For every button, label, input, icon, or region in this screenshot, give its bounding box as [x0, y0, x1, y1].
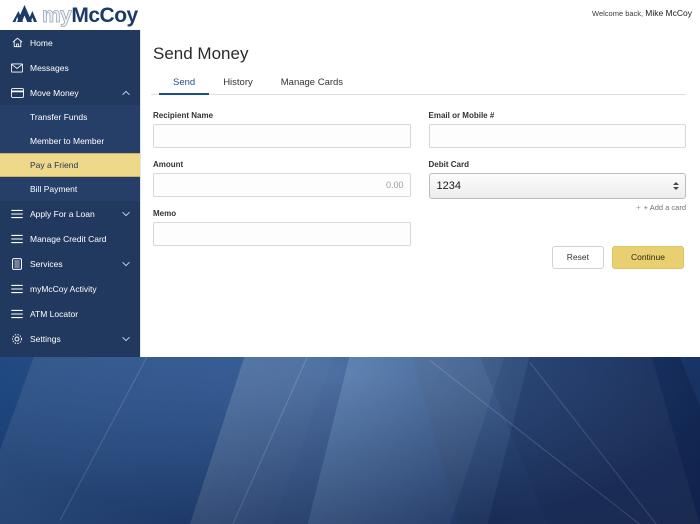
- chevron-up-icon: [122, 90, 130, 95]
- sidebar-item-label: Member to Member: [30, 136, 105, 146]
- sidebar-item-label: Apply For a Loan: [30, 208, 95, 219]
- sidebar-item-member-to-member[interactable]: Member to Member: [0, 129, 140, 153]
- send-money-form: Recipient Name Amount Memo: [151, 111, 686, 269]
- sidebar-item-services[interactable]: Services: [0, 251, 140, 276]
- menu-icon: [8, 284, 26, 294]
- sidebar-item-label: Home: [30, 37, 53, 48]
- sidebar-item-label: Settings: [30, 333, 61, 344]
- tab-history[interactable]: History: [209, 74, 267, 94]
- tab-bar: Send History Manage Cards: [151, 74, 686, 95]
- sidebar-item-home[interactable]: Home: [0, 30, 140, 55]
- field-recipient-name: Recipient Name: [153, 111, 411, 148]
- card-icon: [8, 87, 26, 98]
- sidebar-item-manage-credit-card[interactable]: Manage Credit Card: [0, 226, 140, 251]
- sidebar-item-messages[interactable]: Messages: [0, 55, 140, 80]
- memo-label: Memo: [153, 209, 177, 218]
- sidebar-item-bill-payment[interactable]: Bill Payment: [0, 177, 140, 201]
- tab-send[interactable]: Send: [159, 74, 210, 95]
- brand-text-my: my: [42, 3, 73, 27]
- form-actions: Reset Continue: [429, 246, 687, 269]
- recipient-name-label: Recipient Name: [153, 111, 214, 120]
- add-a-card-link[interactable]: + + Add a card: [429, 203, 686, 212]
- field-amount: Amount: [153, 160, 411, 197]
- menu-icon: [8, 209, 26, 219]
- email-or-mobile-input[interactable]: [428, 124, 686, 148]
- recipient-name-input[interactable]: [153, 124, 411, 148]
- app-window: myMcCoy Welcome back, Mike McCoy Home Me…: [0, 0, 700, 357]
- memo-input[interactable]: [153, 222, 411, 246]
- field-email-or-mobile: Email or Mobile #: [428, 111, 686, 148]
- sidebar-item-label: Pay a Friend: [30, 160, 79, 170]
- mountain-icon: [12, 5, 37, 22]
- app-header: myMcCoy Welcome back, Mike McCoy: [0, 0, 700, 30]
- debit-card-label: Debit Card: [428, 160, 469, 169]
- sidebar-item-pay-a-friend[interactable]: Pay a Friend: [0, 153, 140, 177]
- sidebar-item-label: Bill Payment: [30, 184, 78, 194]
- main-content: Send Money Send History Manage Cards Rec…: [140, 30, 700, 357]
- app-body: Home Messages Move Money Transfer Funds …: [0, 30, 700, 357]
- sidebar-item-atm-locator[interactable]: ATM Locator: [0, 301, 140, 326]
- chevron-down-icon: [122, 211, 130, 216]
- continue-button[interactable]: Continue: [611, 246, 684, 269]
- sidebar-item-mymccoy-activity[interactable]: myMcCoy Activity: [0, 276, 140, 301]
- plus-icon: +: [636, 203, 641, 212]
- gear-icon: [8, 333, 26, 345]
- sidebar-item-label: ATM Locator: [30, 308, 79, 319]
- sidebar-item-label: Messages: [30, 62, 69, 73]
- wallpaper-vignette: [0, 356, 700, 524]
- chevron-down-icon: [122, 336, 130, 341]
- sidebar-nav: Home Messages Move Money Transfer Funds …: [0, 30, 140, 357]
- debit-card-select-wrap: 1234: [428, 173, 686, 199]
- welcome-message: Welcome back, Mike McCoy: [592, 8, 692, 18]
- debit-card-select[interactable]: 1234: [428, 173, 686, 199]
- sidebar-item-label: Manage Credit Card: [30, 233, 107, 244]
- brand-logo[interactable]: myMcCoy: [0, 0, 138, 30]
- sidebar-item-settings[interactable]: Settings: [0, 326, 140, 351]
- device-icon: [8, 257, 26, 270]
- brand-text-mccoy: McCoy: [71, 3, 138, 27]
- sidebar-item-label: myMcCoy Activity: [30, 283, 97, 294]
- sidebar-item-label: Transfer Funds: [30, 112, 88, 122]
- welcome-prefix: Welcome back,: [592, 9, 644, 18]
- field-memo: Memo: [153, 209, 411, 246]
- reset-button[interactable]: Reset: [551, 246, 604, 269]
- envelope-icon: [8, 63, 26, 73]
- user-name: Mike McCoy: [645, 8, 692, 18]
- menu-icon: [8, 309, 26, 319]
- sidebar-item-apply-for-a-loan[interactable]: Apply For a Loan: [0, 201, 140, 226]
- sidebar-item-label: Move Money: [30, 87, 79, 98]
- form-column-left: Recipient Name Amount Memo: [153, 111, 411, 269]
- form-column-right: Email or Mobile # Debit Card 1234 + + Ad…: [428, 111, 687, 269]
- page-title: Send Money: [153, 44, 249, 63]
- home-icon: [8, 37, 26, 48]
- sidebar-item-transfer-funds[interactable]: Transfer Funds: [0, 105, 140, 129]
- desktop-background: myMcCoy Welcome back, Mike McCoy Home Me…: [0, 0, 700, 524]
- amount-input[interactable]: [153, 173, 411, 197]
- menu-icon: [8, 234, 26, 244]
- email-or-mobile-label: Email or Mobile #: [428, 111, 495, 120]
- sidebar-item-label: Services: [30, 258, 63, 269]
- tab-manage-cards[interactable]: Manage Cards: [267, 74, 357, 94]
- sidebar-filler: [0, 351, 140, 357]
- sidebar-item-move-money[interactable]: Move Money: [0, 80, 140, 105]
- add-a-card-label: + Add a card: [643, 203, 686, 212]
- field-debit-card: Debit Card 1234: [428, 160, 686, 199]
- chevron-down-icon: [122, 261, 130, 266]
- amount-label: Amount: [153, 160, 184, 169]
